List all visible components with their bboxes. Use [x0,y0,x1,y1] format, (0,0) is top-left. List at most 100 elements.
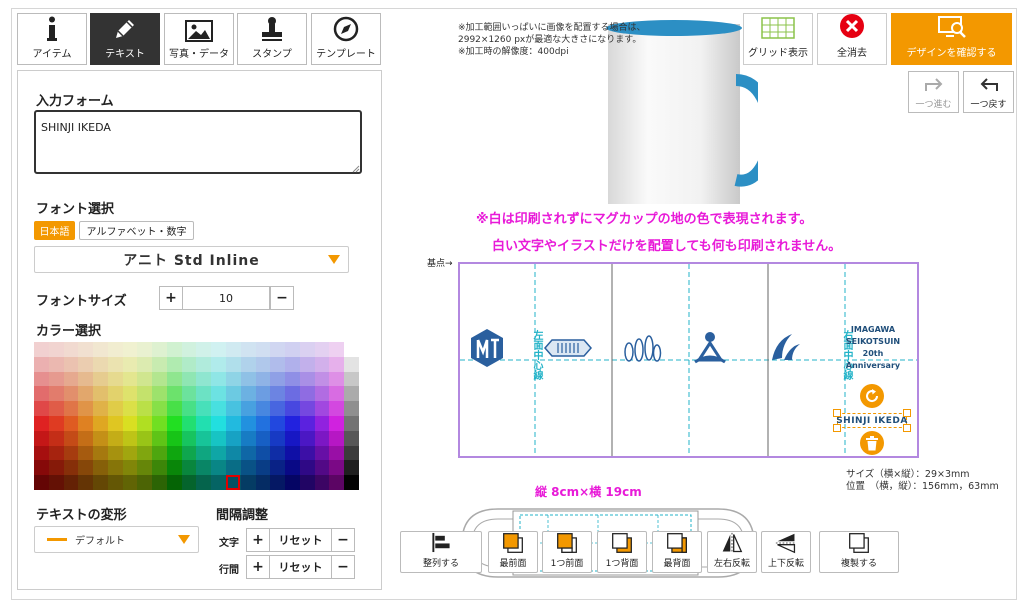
color-swatch[interactable] [240,371,256,387]
color-swatch[interactable] [63,401,79,416]
color-swatch[interactable] [226,356,241,372]
color-swatch[interactable] [181,430,197,446]
color-swatch[interactable] [122,445,138,461]
color-swatch[interactable] [48,356,64,372]
color-swatch[interactable] [211,430,227,446]
selected-text-object[interactable]: SHINJI IKEDA [836,413,907,428]
color-swatch[interactable] [122,356,138,372]
color-swatch[interactable] [63,460,79,476]
color-swatch[interactable] [48,342,64,357]
color-swatch[interactable] [196,416,212,431]
color-swatch[interactable] [93,475,108,490]
color-swatch[interactable] [122,386,138,402]
color-swatch[interactable] [152,401,167,416]
color-swatch[interactable] [181,401,197,416]
color-swatch[interactable] [122,342,138,357]
color-swatch[interactable] [137,356,153,372]
color-swatch[interactable] [211,386,227,402]
color-swatch[interactable] [299,430,315,446]
color-swatch[interactable] [344,401,359,416]
resize-handle-tr[interactable] [903,409,911,417]
color-swatch[interactable] [329,356,345,372]
color-swatch[interactable] [270,460,286,476]
color-swatch[interactable] [152,416,167,431]
color-swatch[interactable] [78,401,94,416]
color-swatch[interactable] [314,416,330,431]
color-swatch[interactable] [299,371,315,387]
color-swatch[interactable] [63,342,79,357]
color-swatch[interactable] [240,460,256,476]
tab-photo[interactable]: 写真・データ [164,13,234,65]
color-swatch[interactable] [137,416,153,431]
color-swatch[interactable] [270,386,286,402]
color-swatch[interactable] [285,445,300,461]
color-swatch[interactable] [240,342,256,357]
color-swatch[interactable] [196,475,212,490]
color-swatch[interactable] [329,460,345,476]
color-swatch[interactable] [329,475,345,490]
color-swatch[interactable] [344,460,359,476]
color-swatch[interactable] [107,416,123,431]
color-swatch[interactable] [270,371,286,387]
color-swatch[interactable] [152,460,167,476]
color-swatch[interactable] [166,342,182,357]
undo-button[interactable]: 一つ戻す [963,71,1014,113]
color-swatch[interactable] [255,356,271,372]
color-swatch[interactable] [285,386,300,402]
color-swatch[interactable] [314,342,330,357]
color-swatch[interactable] [78,356,94,372]
resize-handle-bl[interactable] [833,424,841,432]
color-swatch[interactable] [314,445,330,461]
color-swatch[interactable] [63,356,79,372]
bring-to-front-button[interactable]: 最前面 [488,531,538,573]
grid-toggle-button[interactable]: グリッド表示 [743,13,813,65]
color-swatch[interactable] [63,371,79,387]
color-swatch[interactable] [122,430,138,446]
color-swatch[interactable] [344,475,359,490]
color-swatch[interactable] [285,430,300,446]
color-swatch[interactable] [285,342,300,357]
clear-all-button[interactable]: 全消去 [817,13,887,65]
transform-dropdown[interactable]: デフォルト [34,526,199,553]
color-swatch[interactable] [48,460,64,476]
color-swatch[interactable] [34,386,49,402]
color-swatch[interactable] [93,401,108,416]
color-swatch[interactable] [240,401,256,416]
delete-handle[interactable] [860,431,884,455]
color-swatch[interactable] [122,460,138,476]
flip-vertical-button[interactable]: 上下反転 [761,531,811,573]
color-swatch[interactable] [137,445,153,461]
color-swatch[interactable] [329,430,345,446]
color-swatch[interactable] [34,460,49,476]
color-swatch[interactable] [93,460,108,476]
color-swatch[interactable] [211,460,227,476]
color-swatch[interactable] [299,475,315,490]
color-swatch[interactable] [285,371,300,387]
color-swatch[interactable] [240,356,256,372]
resize-handle-br[interactable] [903,424,911,432]
color-swatch[interactable] [152,475,167,490]
color-swatch[interactable] [255,430,271,446]
color-swatch[interactable] [329,401,345,416]
color-swatch[interactable] [78,416,94,431]
color-swatch[interactable] [78,445,94,461]
color-swatch[interactable] [107,386,123,402]
color-swatch[interactable] [48,475,64,490]
color-swatch[interactable] [107,371,123,387]
color-swatch[interactable] [314,386,330,402]
color-swatch[interactable] [166,460,182,476]
align-button[interactable]: 整列する [400,531,482,573]
rotate-handle[interactable] [860,384,884,408]
color-swatch[interactable] [226,445,241,461]
color-swatch[interactable] [122,371,138,387]
color-swatch[interactable] [181,445,197,461]
color-swatch[interactable] [270,401,286,416]
color-swatch[interactable] [137,401,153,416]
color-swatch[interactable] [285,356,300,372]
color-swatch[interactable] [48,386,64,402]
color-swatch[interactable] [48,445,64,461]
color-swatch[interactable] [314,356,330,372]
color-swatch[interactable] [166,371,182,387]
color-swatch[interactable] [344,445,359,461]
font-tab-japanese[interactable]: 日本語 [34,221,75,240]
